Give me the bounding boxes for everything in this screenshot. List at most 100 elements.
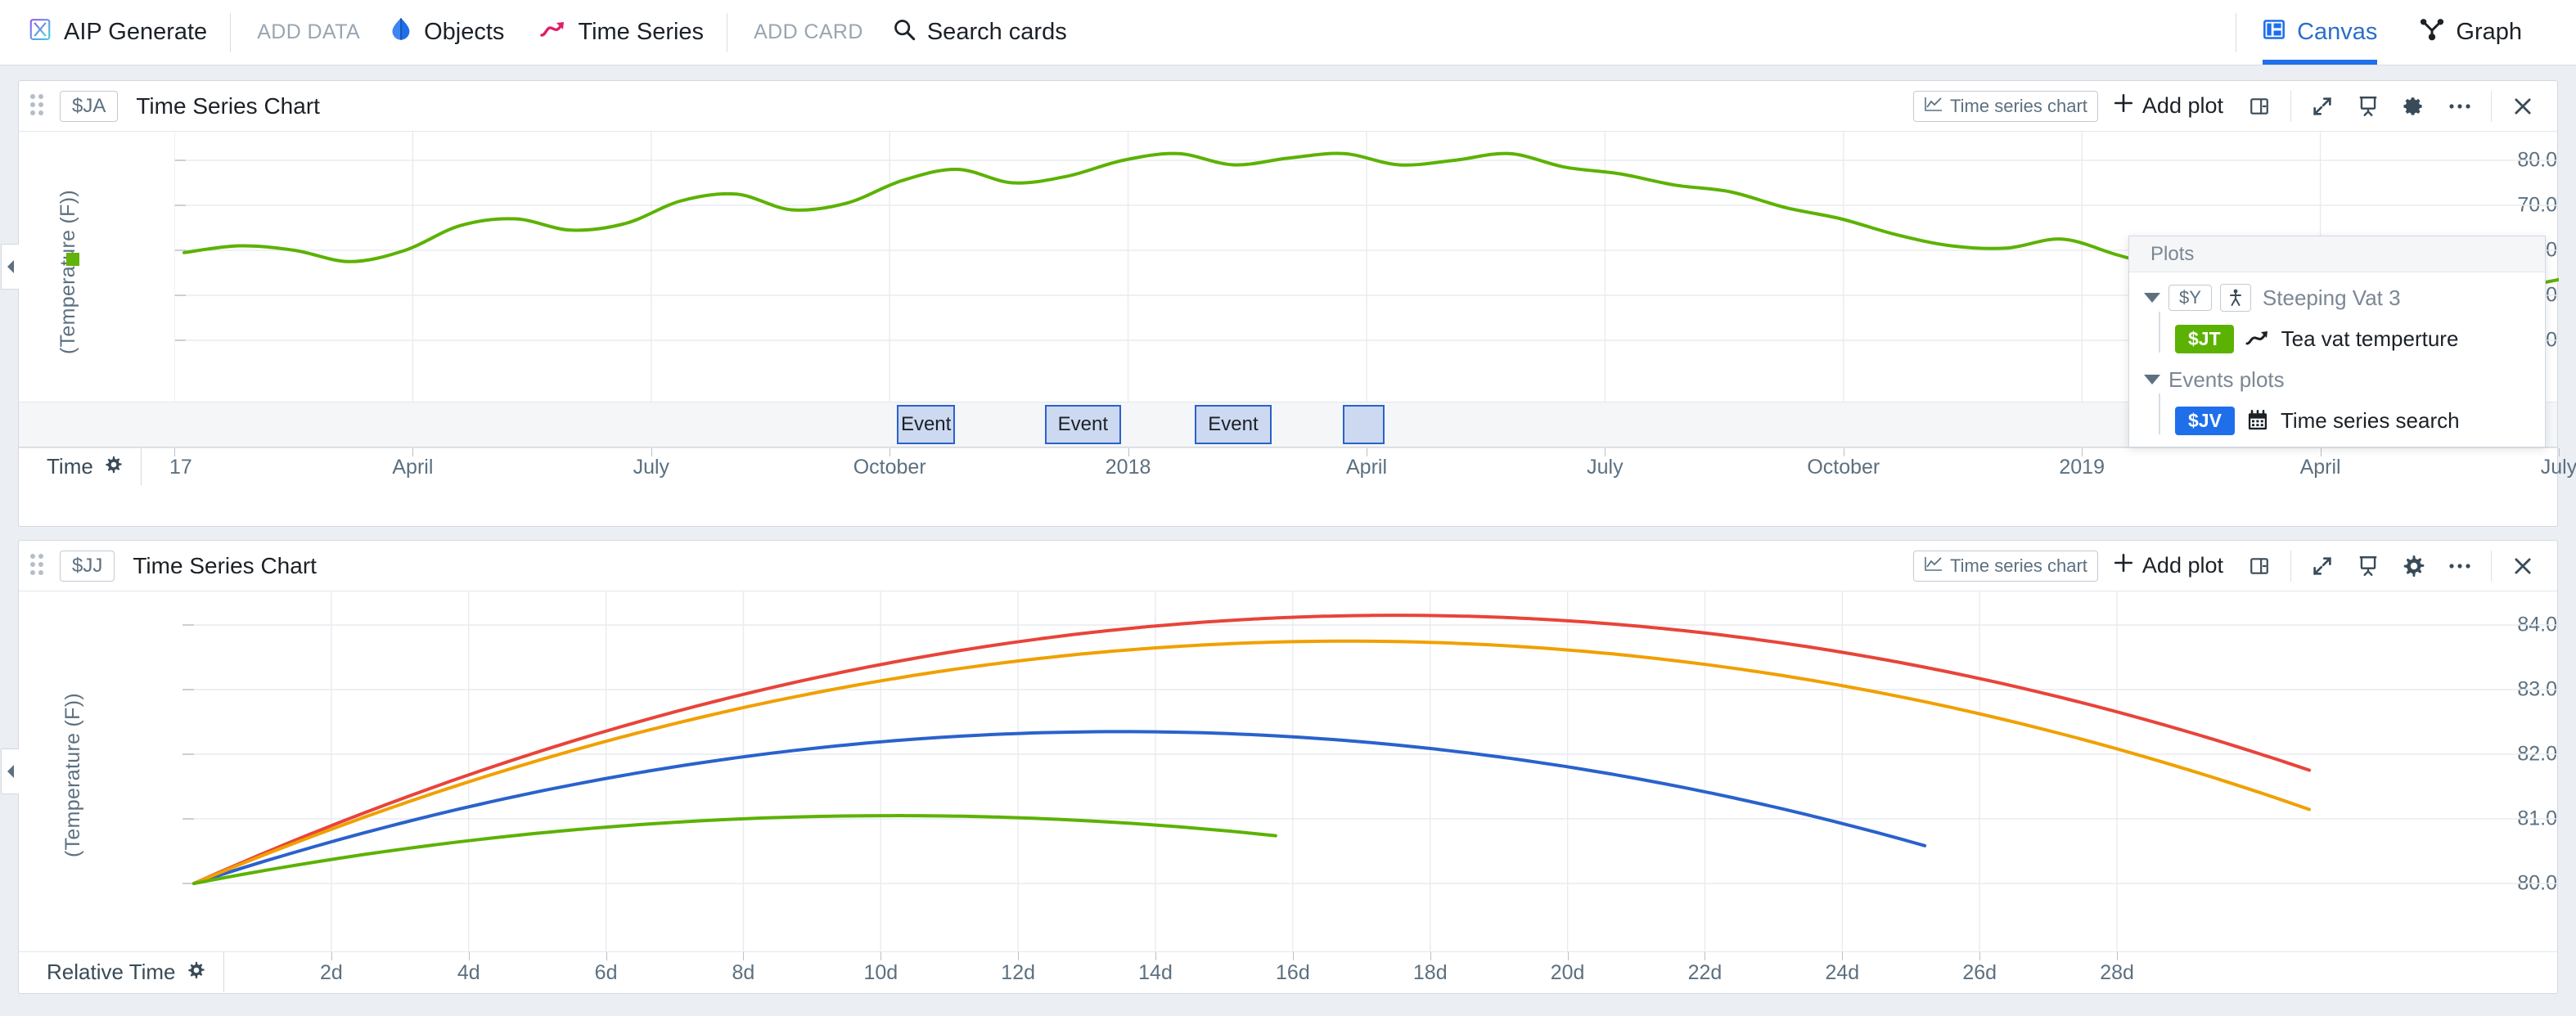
card1-more-options-button[interactable]: [2439, 87, 2481, 126]
tab-graph-label: Graph: [2456, 19, 2522, 45]
card1-tool-divider-1: [2290, 90, 2291, 122]
plots-group-row-events[interactable]: Events plots: [2129, 359, 2545, 400]
tab-canvas-label: Canvas: [2297, 19, 2378, 45]
event-marker[interactable]: Event: [1044, 405, 1122, 444]
card1-plot-pill[interactable]: $JT: [2175, 324, 2234, 353]
card1-chart-type-label: Time series chart: [1950, 95, 2087, 116]
card2-header: $JJ Time Series Chart Time series chart: [19, 541, 2557, 591]
add-card-label: ADD CARD: [754, 20, 863, 43]
search-icon: [893, 18, 916, 47]
card1-toggle-panel-button[interactable]: [2238, 87, 2281, 126]
card-time-series-chart-2: $JJ Time Series Chart Time series chart: [1, 540, 2559, 994]
x-tick-label: 26d: [1962, 961, 1997, 984]
aip-generate-label: AIP Generate: [64, 19, 208, 45]
drag-handle-icon[interactable]: [30, 93, 47, 119]
card1-events-plot-pill[interactable]: $JV: [2175, 406, 2235, 435]
card2-settings-button[interactable]: [2393, 546, 2435, 586]
card2-y-axis-label: (Temperature (F)): [61, 693, 84, 857]
x-tick-label: 12d: [1001, 961, 1036, 984]
x-tick-label: 6d: [594, 961, 618, 984]
chevron-down-icon-events[interactable]: [2144, 375, 2160, 384]
card1-x-axis-label: Time: [47, 454, 93, 479]
plots-group-row-steeping-vat[interactable]: $Y Steeping Vat 3: [2129, 277, 2545, 318]
card1-add-plot-label: Add plot: [2141, 93, 2223, 118]
chart2-series-line: [192, 614, 2312, 885]
x-tick-label: 28d: [2100, 961, 2134, 984]
tab-canvas[interactable]: Canvas: [2241, 0, 2398, 65]
card1-group-rid[interactable]: $Y: [2168, 285, 2212, 311]
search-cards-button[interactable]: Search cards: [875, 0, 1085, 65]
card1-plot-label: Tea vat temperture: [2281, 326, 2459, 351]
card1-events-group-label: Events plots: [2168, 366, 2285, 392]
card2-toggle-panel-button[interactable]: [2238, 546, 2281, 586]
event-marker[interactable]: [1342, 405, 1385, 444]
chart2-series-line: [192, 639, 2312, 885]
card1-group-label: Steeping Vat 3: [2262, 285, 2401, 310]
chart2-series-line: [192, 814, 1277, 885]
gear-icon-2[interactable]: [187, 960, 205, 985]
objects-label: Objects: [424, 19, 505, 45]
card2-chart-type-label: Time series chart: [1950, 555, 2087, 576]
card2-expand-button[interactable]: [2301, 546, 2344, 586]
objects-icon: [390, 17, 412, 48]
drag-handle-icon-2[interactable]: [30, 553, 47, 578]
search-cards-label: Search cards: [926, 19, 1067, 45]
nav-right-group: Canvas Graph: [2231, 0, 2576, 65]
line-chart-icon: [1924, 96, 1943, 117]
x-tick-label: 22d: [1687, 961, 1723, 984]
aip-generate-icon: [28, 17, 52, 48]
card2-title: Time Series Chart: [133, 552, 317, 578]
card2-add-plot-button[interactable]: Add plot: [2101, 547, 2235, 584]
x-tick-label: October: [1807, 456, 1880, 479]
card1-plots-panel: Plots $Y Steeping Vat 3 $JT Tea vat temp…: [2128, 236, 2546, 447]
tree-indent-line-2: [2159, 393, 2160, 434]
card1-collapse-left-button[interactable]: [1, 244, 19, 290]
card1-series-color-swatch: [66, 253, 79, 266]
card2-close-button[interactable]: [2502, 546, 2544, 586]
x-tick-label: 4d: [457, 961, 480, 984]
tab-graph[interactable]: Graph: [2398, 0, 2543, 65]
x-tick-label: 16d: [1276, 961, 1310, 984]
chevron-down-icon[interactable]: [2144, 293, 2160, 303]
card2-collapse-left-button[interactable]: [1, 749, 19, 794]
card1-expand-button[interactable]: [2301, 87, 2344, 126]
x-tick-label: 8d: [732, 961, 755, 984]
time-series-button[interactable]: Time Series: [522, 0, 722, 65]
plots-child-row-tea-vat[interactable]: $JT Tea vat temperture: [2129, 318, 2545, 359]
card2-add-plot-label: Add plot: [2141, 553, 2223, 578]
x-tick-label: 17: [169, 456, 192, 479]
card2-chart-type-chip[interactable]: Time series chart: [1913, 550, 2098, 582]
x-tick-label: July: [633, 456, 670, 479]
objects-button[interactable]: Objects: [372, 0, 522, 65]
card2-more-options-button[interactable]: [2439, 546, 2481, 586]
object-type-icon: [2219, 284, 2251, 312]
x-tick-label: 2018: [1105, 456, 1151, 479]
card2-present-button[interactable]: [2347, 546, 2389, 586]
card1-events-plot-label: Time series search: [2280, 407, 2460, 433]
x-tick-label: April: [1345, 456, 1388, 479]
trend-up-icon: [540, 19, 566, 47]
plots-child-row-ts-search[interactable]: $JV Time series search: [2129, 400, 2545, 441]
card1-title: Time Series Chart: [136, 92, 320, 119]
x-tick-label: 14d: [1138, 961, 1173, 984]
card2-rid[interactable]: $JJ: [60, 550, 115, 582]
event-marker[interactable]: Event: [896, 405, 956, 444]
card1-present-button[interactable]: [2347, 87, 2389, 126]
x-tick-label: 18d: [1412, 961, 1448, 984]
card1-rid[interactable]: $JA: [60, 90, 119, 122]
card1-add-plot-button[interactable]: Add plot: [2101, 88, 2235, 124]
card1-settings-button[interactable]: [2393, 87, 2435, 126]
card2-tool-divider-1: [2290, 550, 2291, 582]
card2-x-axis-label-group[interactable]: Relative Time: [19, 952, 224, 992]
card1-toolbar: Time series chart Add plot: [1913, 87, 2544, 126]
event-marker[interactable]: Event: [1195, 405, 1272, 444]
card1-x-axis-label-group[interactable]: Time: [19, 448, 142, 485]
card1-chart-type-chip[interactable]: Time series chart: [1913, 90, 2098, 122]
gear-icon[interactable]: [105, 454, 123, 479]
aip-generate-button[interactable]: AIP Generate: [0, 0, 225, 65]
card2-x-axis-label: Relative Time: [47, 960, 176, 984]
x-tick-label: July: [2540, 456, 2576, 479]
calendar-icon: [2246, 409, 2269, 432]
canvas-area: $JA Time Series Chart Time series chart: [0, 65, 2576, 994]
card1-close-button[interactable]: [2502, 87, 2544, 126]
